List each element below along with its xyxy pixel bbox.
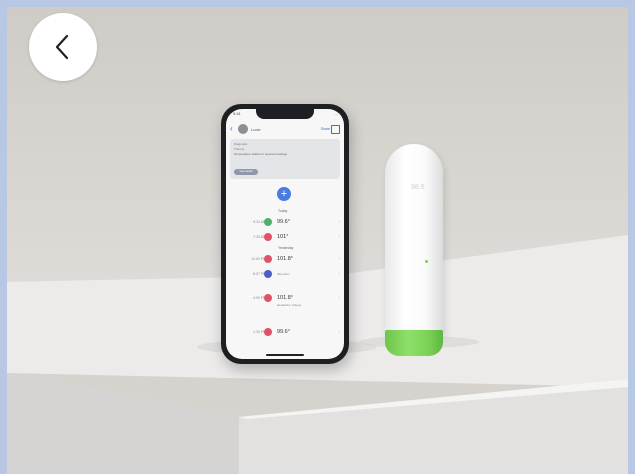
- chevron-right-icon: ›: [338, 219, 340, 225]
- notice-subtitle: Thermo: [234, 147, 245, 151]
- thermometer-display: 98.6: [411, 184, 425, 191]
- status-time: 9:41: [233, 111, 241, 116]
- status-signals: ...: [334, 111, 338, 116]
- chevron-right-icon: ›: [338, 271, 340, 277]
- notice-body: Temperature stable for several readings: [234, 152, 287, 156]
- reading-dot: [264, 294, 272, 302]
- phone-screen: 9:41 ... ‹ Lucie Share Diagnosis Thermo …: [226, 109, 344, 359]
- reading-row: 7:33 AM 101° ›: [226, 232, 344, 242]
- reading-dot: [264, 328, 272, 336]
- chevron-right-icon: ›: [338, 329, 340, 335]
- reading-value: 99.6°: [277, 329, 290, 335]
- section-today: Today: [278, 209, 288, 213]
- reading-value: 101°: [277, 234, 289, 240]
- reading-note: Headache, fatigue: [277, 303, 302, 307]
- thermometer-body: [385, 144, 443, 334]
- reading-row: 1:30 PM 99.6° ›: [226, 327, 344, 337]
- share-label: Share: [320, 127, 330, 131]
- back-button[interactable]: [29, 13, 97, 81]
- reading-value: 101.8°: [277, 295, 293, 301]
- profile-name: Lucie: [251, 127, 261, 132]
- reading-dot: [264, 255, 272, 263]
- thermometer-led: [425, 260, 428, 263]
- reading-value: 99.6°: [277, 219, 290, 225]
- app-back-icon: ‹: [230, 124, 233, 133]
- reading-dot: [264, 233, 272, 241]
- chevron-right-icon: ›: [338, 256, 340, 262]
- thermometer-green-band: [385, 330, 443, 356]
- reading-note: Ibuprofen: [277, 272, 290, 276]
- smartphone: 9:41 ... ‹ Lucie Share Diagnosis Thermo …: [221, 104, 349, 364]
- notice-card: Diagnosis Thermo Temperature stable for …: [230, 139, 340, 179]
- reading-dot: [264, 270, 272, 278]
- add-reading-icon: +: [277, 187, 291, 201]
- home-indicator: [266, 354, 304, 356]
- chevron-left-icon: [55, 34, 69, 60]
- phone-notch: [256, 109, 314, 119]
- notice-button: View details: [234, 169, 258, 175]
- product-photo: 9:41 ... ‹ Lucie Share Diagnosis Thermo …: [7, 7, 628, 474]
- calendar-icon: [331, 125, 340, 134]
- reading-row: 9:24 AM 99.6° ›: [226, 217, 344, 227]
- chevron-right-icon: ›: [338, 234, 340, 240]
- reading-row: 4:09 PM 101.8° Headache, fatigue ›: [226, 293, 344, 307]
- reading-row: 8:37 PM Ibuprofen ›: [226, 269, 344, 279]
- reading-dot: [264, 218, 272, 226]
- app-header: ‹ Lucie Share: [230, 123, 340, 137]
- smart-thermometer: 98.6: [385, 144, 445, 359]
- avatar: [238, 124, 248, 134]
- section-yesterday: Yesterday: [278, 246, 294, 250]
- chevron-right-icon: ›: [338, 295, 340, 301]
- reading-row: 11:00 PM 101.8° ›: [226, 254, 344, 264]
- reading-value: 101.8°: [277, 256, 293, 262]
- notice-title: Diagnosis: [234, 142, 248, 146]
